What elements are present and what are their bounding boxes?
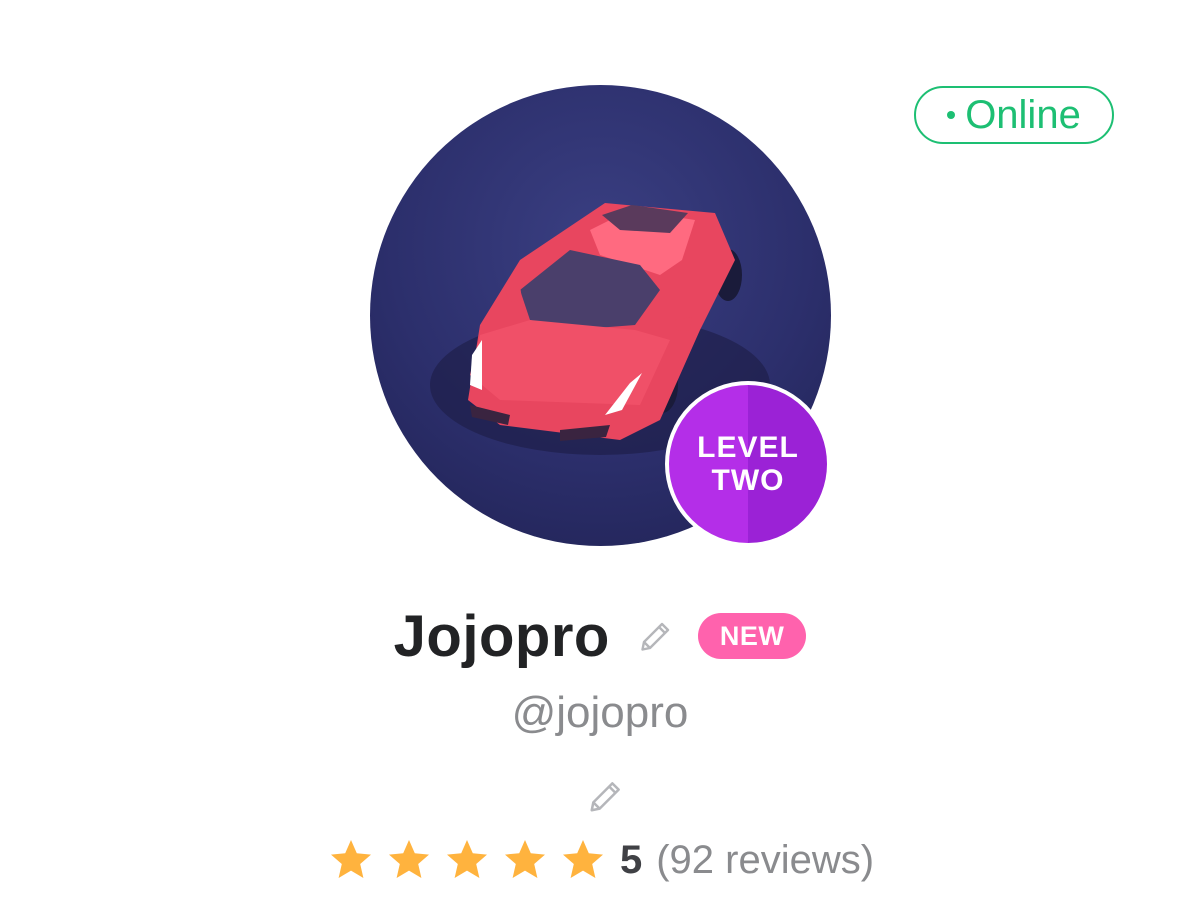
edit-tagline-button[interactable] (584, 774, 628, 818)
username: @jojopro (511, 688, 689, 737)
star-icon (562, 840, 603, 878)
seller-profile-card: Online LEVEL TWO Jojopro NEW @jojopro 5 … (0, 0, 1200, 922)
level-badge: LEVEL TWO (665, 381, 831, 547)
star-icon (388, 840, 429, 878)
status-dot-icon (947, 111, 956, 119)
new-seller-badge: NEW (697, 613, 807, 659)
level-badge-line1: LEVEL (697, 431, 799, 464)
pencil-icon (590, 782, 620, 812)
status-label: Online (965, 92, 1081, 137)
display-name: Jojopro (393, 603, 610, 669)
online-status-badge[interactable]: Online (914, 86, 1114, 144)
edit-name-button[interactable] (636, 616, 676, 656)
star-icon (504, 840, 545, 878)
star-icon (446, 840, 487, 878)
rating-score: 5 (619, 837, 643, 882)
level-badge-line2: TWO (711, 464, 785, 497)
star-rating (326, 836, 616, 884)
review-count[interactable]: (92 reviews) (656, 838, 874, 883)
rating-row[interactable]: 5 (92 reviews) (0, 830, 1200, 890)
star-icon (330, 840, 371, 878)
pencil-icon (641, 622, 670, 651)
name-row: Jojopro NEW (0, 596, 1200, 676)
